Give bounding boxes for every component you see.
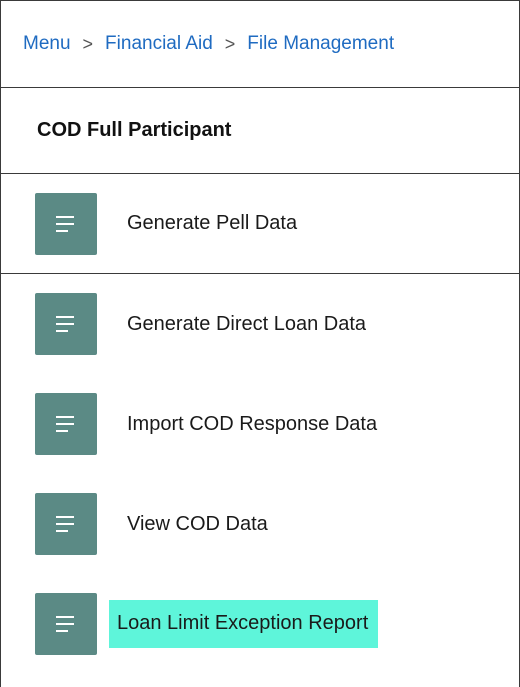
file-management-panel: Menu > Financial Aid > File Management C… bbox=[0, 0, 520, 687]
menu-item-label: Generate Pell Data bbox=[127, 212, 298, 234]
document-lines-icon bbox=[35, 293, 97, 355]
breadcrumb-menu[interactable]: Menu bbox=[23, 33, 71, 55]
menu-item-generate-pell-data[interactable]: Generate Pell Data bbox=[1, 174, 519, 274]
document-lines-icon bbox=[35, 493, 97, 555]
menu-item-generate-direct-loan-data[interactable]: Generate Direct Loan Data bbox=[1, 274, 519, 374]
menu-item-import-cod-response-data[interactable]: Import COD Response Data bbox=[1, 374, 519, 474]
section-title: COD Full Participant bbox=[1, 88, 519, 174]
breadcrumb-financial-aid[interactable]: Financial Aid bbox=[105, 33, 213, 55]
menu-item-label: Import COD Response Data bbox=[127, 412, 378, 435]
document-lines-icon bbox=[35, 593, 97, 655]
chevron-right-icon: > bbox=[82, 33, 94, 54]
menu-item-label: Generate Direct Loan Data bbox=[127, 312, 367, 335]
breadcrumb: Menu > Financial Aid > File Management bbox=[1, 0, 519, 88]
menu-item-label-highlighted: Loan Limit Exception Report bbox=[109, 600, 379, 648]
breadcrumb-file-management[interactable]: File Management bbox=[247, 33, 394, 55]
menu-item-label: View COD Data bbox=[127, 512, 268, 535]
chevron-right-icon: > bbox=[224, 33, 236, 54]
menu-item-loan-limit-exception-report[interactable]: Loan Limit Exception Report bbox=[1, 574, 519, 674]
document-lines-icon bbox=[35, 192, 97, 255]
menu-item-view-cod-data[interactable]: View COD Data bbox=[1, 474, 519, 574]
document-lines-icon bbox=[35, 393, 97, 455]
